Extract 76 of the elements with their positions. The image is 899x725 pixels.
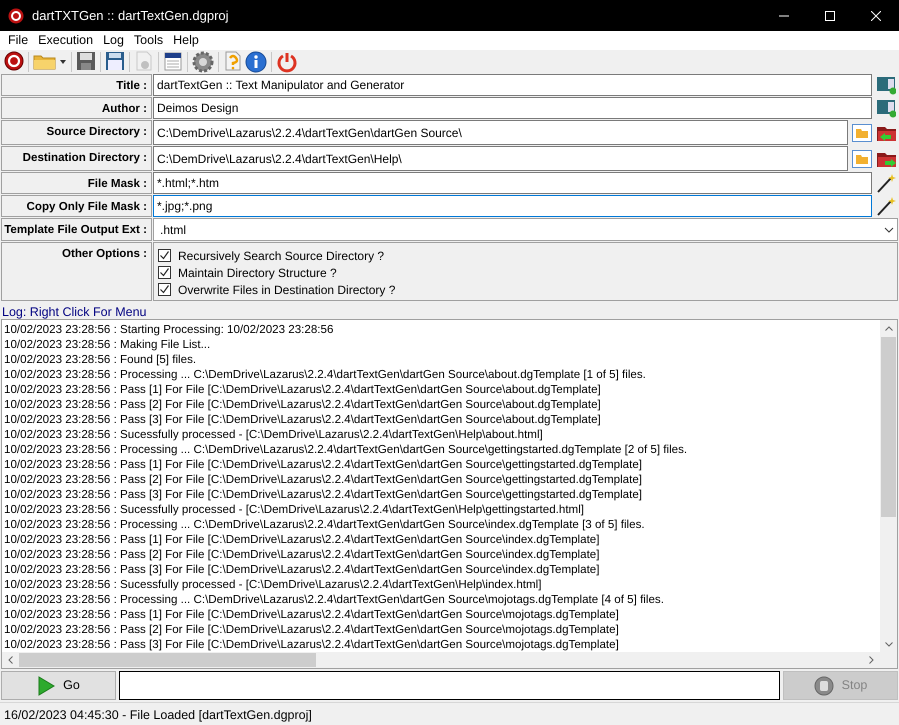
checkbox[interactable] xyxy=(158,249,171,262)
go-button[interactable]: Go xyxy=(1,671,116,700)
menu-item[interactable]: File xyxy=(3,31,34,50)
play-icon xyxy=(37,676,56,696)
log-line: 10/02/2023 23:28:56 : Pass [1] For File [C:\DemDrive\Lazarus\2.2.4\dartTextGen\dartGen Source\mojotags.dgTemplate] xyxy=(4,607,620,622)
menu-item[interactable]: Tools xyxy=(128,31,168,50)
log-line: 10/02/2023 23:28:56 : Processing ... C:\DemDrive\Lazarus\2.2.4\dartTextGen\dartGen Source\mojotags.dgTemplate [4 of 5] files. xyxy=(4,592,665,607)
log-line: 10/02/2023 23:28:56 : Pass [1] For File [C:\DemDrive\Lazarus\2.2.4\dartTextGen\dartGen Source\gettingstarted.dgTemplate] xyxy=(4,457,644,472)
text-field[interactable]: *.html;*.htm xyxy=(153,172,872,194)
chevron-down-icon xyxy=(884,642,892,646)
log-label: Log: Right Click For Menu xyxy=(2,305,147,319)
log-line: 10/02/2023 23:28:56 : Found [5] files. xyxy=(4,352,198,367)
field-label: Copy Only File Mask : xyxy=(1,195,152,217)
log-line: 10/02/2023 23:28:56 : Sucessfully processed - [C:\DemDrive\Lazarus\2.2.4\dartTextGen\Help\gettingstarted.html] xyxy=(4,502,585,517)
log-line: 10/02/2023 23:28:56 : Pass [1] For File [C:\DemDrive\Lazarus\2.2.4\dartTextGen\dartGen Source\about.dgTemplate] xyxy=(4,382,602,397)
log-line: 10/02/2023 23:28:56 : Processing ... C:\DemDrive\Lazarus\2.2.4\dartTextGen\dartGen Source\about.dgTemplate [1 of 5] files. xyxy=(4,367,647,382)
browse-folder-icon[interactable] xyxy=(852,150,872,168)
field-label: Destination Directory : xyxy=(1,146,152,171)
checkbox[interactable] xyxy=(158,283,171,296)
dropdown[interactable]: .html xyxy=(153,218,898,241)
text-field[interactable]: C:\DemDrive\Lazarus\2.2.4\dartTextGen\dartGen Source\ xyxy=(153,120,848,145)
magic-wand-icon[interactable] xyxy=(874,196,896,216)
text-file-button[interactable] xyxy=(162,51,184,73)
chevron-right-icon xyxy=(869,656,874,664)
window-title: dartTXTGen :: dartTextGen.dgproj xyxy=(32,6,230,25)
window-check-icon[interactable] xyxy=(876,98,896,118)
text-field[interactable]: *.jpg;*.png xyxy=(153,195,872,217)
save-button[interactable] xyxy=(75,51,97,73)
log-line: 10/02/2023 23:28:56 : Pass [3] For File [C:\DemDrive\Lazarus\2.2.4\dartTextGen\dartGen Source\gettingstarted.dgTemplate] xyxy=(4,487,644,502)
chevron-up-icon xyxy=(884,326,892,330)
log-line: 10/02/2023 23:28:56 : Pass [3] For File [C:\DemDrive\Lazarus\2.2.4\dartTextGen\dartGen Source\index.dgTemplate] xyxy=(4,562,600,577)
log-line: 10/02/2023 23:28:56 : Processing ... C:\DemDrive\Lazarus\2.2.4\dartTextGen\dartGen Source\gettingstarted.dgTemplate [2 of 5] files. xyxy=(4,442,688,457)
log-line: 10/02/2023 23:28:56 : Pass [2] For File [C:\DemDrive\Lazarus\2.2.4\dartTextGen\dartGen Source\index.dgTemplate] xyxy=(4,547,600,562)
log-line: 10/02/2023 23:28:56 : Pass [1] For File [C:\DemDrive\Lazarus\2.2.4\dartTextGen\dartGen Source\index.dgTemplate] xyxy=(4,532,600,547)
log-line: 10/02/2023 23:28:56 : Pass [2] For File [C:\DemDrive\Lazarus\2.2.4\dartTextGen\dartGen Source\mojotags.dgTemplate] xyxy=(4,622,620,637)
text-field[interactable]: C:\DemDrive\Lazarus\2.2.4\dartTextGen\Help\ xyxy=(153,146,848,171)
field-label: Source Directory : xyxy=(1,120,152,145)
field-label: Template File Output Ext : xyxy=(1,218,152,241)
field-label: Title : xyxy=(1,74,152,96)
chevron-down-icon xyxy=(884,226,894,232)
log-line: 10/02/2023 23:28:56 : Pass [3] For File [C:\DemDrive\Lazarus\2.2.4\dartTextGen\dartGen Source\about.dgTemplate] xyxy=(4,412,602,427)
log-line: 10/02/2023 23:28:56 : Sucessfully processed - [C:\DemDrive\Lazarus\2.2.4\dartTextGen\Help\index.html] xyxy=(4,577,542,592)
app-logo-button[interactable] xyxy=(3,51,25,73)
text-field[interactable]: dartTextGen :: Text Manipulator and Generator xyxy=(153,74,872,96)
browse-folder-icon[interactable] xyxy=(852,124,872,142)
settings-button[interactable] xyxy=(191,51,215,73)
info-button[interactable] xyxy=(244,51,268,73)
field-label: Other Options : xyxy=(1,242,152,301)
menu-item[interactable]: Log xyxy=(98,31,129,50)
close-icon xyxy=(871,10,881,20)
field-label: Author : xyxy=(1,97,152,119)
menu-item[interactable]: Help xyxy=(168,31,204,50)
window-check-icon[interactable] xyxy=(876,75,896,95)
menu-item[interactable]: Execution xyxy=(33,31,98,50)
magic-wand-icon[interactable] xyxy=(874,172,896,194)
scrollbar-thumb[interactable] xyxy=(19,653,316,667)
log-line: 10/02/2023 23:28:56 : Pass [3] For File [C:\DemDrive\Lazarus\2.2.4\dartTextGen\dartGen Source\mojotags.dgTemplate] xyxy=(4,637,620,652)
maximize-icon xyxy=(825,10,835,20)
log-line: 10/02/2023 23:28:56 : Making File List... xyxy=(4,337,212,352)
chevron-left-icon xyxy=(8,656,13,664)
field-label: File Mask : xyxy=(1,172,152,194)
text-field[interactable]: Deimos Design xyxy=(153,97,872,119)
log-line: 10/02/2023 23:28:56 : Processing ... C:\DemDrive\Lazarus\2.2.4\dartTextGen\dartGen Source\index.dgTemplate [3 of 5] files. xyxy=(4,517,646,532)
save-as-button[interactable] xyxy=(104,51,126,73)
checkbox-label: Overwrite Files in Destination Directory ? xyxy=(178,282,396,298)
log-line: 10/02/2023 23:28:56 : Starting Processing: 10/02/2023 23:28:56 xyxy=(4,322,334,337)
log-line: 10/02/2023 23:28:56 : Pass [2] For File [C:\DemDrive\Lazarus\2.2.4\dartTextGen\dartGen Source\gettingstarted.dgTemplate] xyxy=(4,472,644,487)
checkbox-label: Recursively Search Source Directory ? xyxy=(178,248,384,264)
status-text: 16/02/2023 04:45:30 - File Loaded [dartTextGen.dgproj] xyxy=(4,708,312,722)
app-logo-icon xyxy=(8,8,24,24)
scrollbar-thumb[interactable] xyxy=(881,337,896,517)
power-button[interactable] xyxy=(275,51,299,73)
log-line: 10/02/2023 23:28:56 : Sucessfully processed - [C:\DemDrive\Lazarus\2.2.4\dartTextGen\Help\about.html] xyxy=(4,427,544,442)
checkbox-label: Maintain Directory Structure ? xyxy=(178,264,337,282)
log-line: 10/02/2023 23:28:56 : Pass [2] For File [C:\DemDrive\Lazarus\2.2.4\dartTextGen\dartGen Source\about.dgTemplate] xyxy=(4,397,602,412)
checkbox[interactable] xyxy=(158,266,171,279)
